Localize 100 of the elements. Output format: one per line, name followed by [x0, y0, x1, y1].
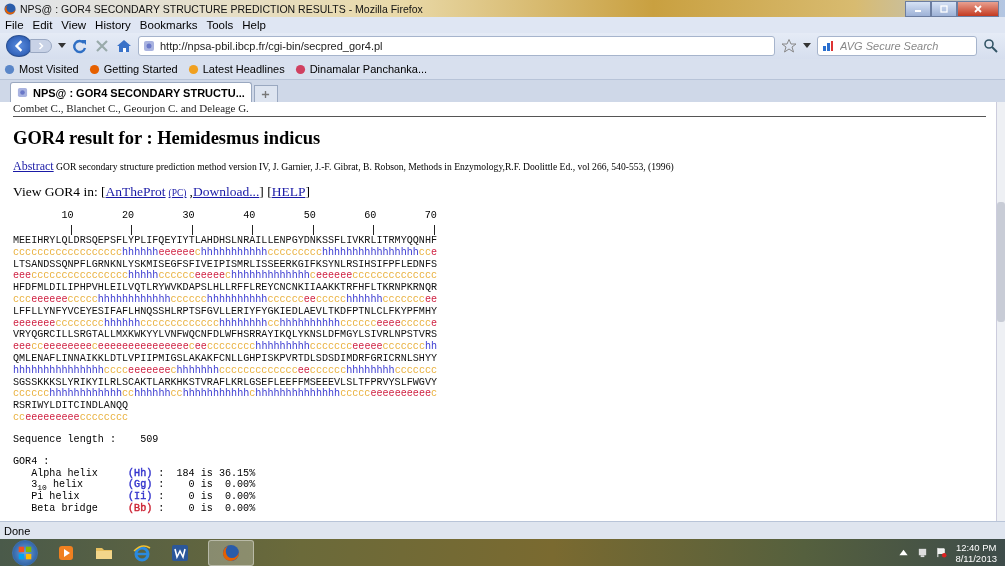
ruler-number: 40: [243, 210, 256, 222]
percent-text: 0.00%: [223, 502, 256, 515]
sequence-line: LFFLLYNFYVCEYESIFAFLHNQSSHLRPTSFGVLLERIYFYGKIEDLAEVLTKDFPTNLCLFKYPFMHY: [13, 305, 438, 318]
ruler-number: 60: [364, 210, 377, 222]
ruler-number: 70: [424, 210, 437, 222]
structure-name: Pi helix: [31, 491, 81, 503]
sequence-line: QMLENAFLINNAIKKLDTLVPIIPMIGSLAKAKFCNLLGHPISKPVRTDLSDSDIMDRFGRICRNLSHYY: [13, 352, 438, 365]
view-link[interactable]: HELP: [271, 184, 306, 199]
bar-chart-icon: [822, 40, 834, 52]
bookmark-icon: [187, 63, 199, 75]
maximize-button[interactable]: [931, 0, 957, 17]
is-text: is: [200, 491, 213, 503]
sequence-line: MEEIHRYLQLDRSQEPSFLYPLIFQEYIYTLAHDHSLNRAILLENPGYDNKSSFLIVKRLITRMYQQNHF: [13, 235, 438, 247]
ruler-number: 30: [182, 210, 195, 222]
status-text: Done: [4, 524, 31, 537]
firefox-icon: [4, 2, 16, 15]
bookmark-icon: [88, 63, 100, 75]
percent-text: 0.00%: [223, 479, 256, 492]
length-value: 509: [140, 433, 159, 446]
result-heading: GOR4 result for : Hemidesmus indicus: [13, 127, 322, 149]
residue-count: 0: [187, 502, 195, 515]
menu-item[interactable]: Help: [242, 19, 266, 31]
prediction-line: hhhhhhhhhhhhhhhcccceeeeeeechhhhhhhccccccccccccceecccccchhhhhhhhccccccc: [13, 364, 439, 377]
prediction-line: cceeeeeeeeecccccccc: [13, 411, 130, 424]
prediction-line: cccccccccccccccccchhhhhheeeeeechhhhhhhhhhhccccccccchhhhhhhhhhhhhhhhcce: [13, 246, 439, 259]
structure-code: (Gg): [128, 479, 153, 491]
bookmark-icon: [4, 63, 15, 75]
menu-item[interactable]: File: [5, 19, 24, 31]
structure-code: (Hh): [128, 467, 153, 479]
home-icon[interactable]: [116, 38, 132, 54]
sequence-line: LTSANDSSQNPFLGRNKNLYSKMISEGFSFIVEIPISMRLISSEERKGIFKSYNLRSIHSIFPFLEDNFS: [13, 258, 438, 270]
citation-text: GOR secondary structure prediction method version IV, J. Garnier, J.-F. Gibrat, B. Robson, Methods in Enzymology,R.F. Doolittle Ed., vol 266, 540-553, (1996): [56, 161, 674, 172]
page-icon: [143, 40, 155, 52]
close-button[interactable]: [957, 0, 999, 17]
residue-count: 184: [175, 467, 195, 480]
bookmark-icon: [294, 63, 306, 75]
address-field[interactable]: http://npsa-pbil.ibcp.fr/cgi-bin/secpred_gor4.pl: [138, 36, 775, 56]
sequence-line: SGSSKKKSLYRIKYILRLSCAKTLARKHKSTVRAFLKRLGSEFLEEFFMSEEEVLSLTFPRVYSLFWGVY: [13, 376, 438, 388]
view-label: ] [: [259, 184, 272, 199]
prediction-line: eeecccccccccccccccchhhhhcccccceeeeechhhhhhhhhhhhhceeeeeecccccccccccccc: [13, 270, 439, 283]
star-icon[interactable]: [781, 38, 797, 54]
sequence-line: VRYQGRCILLSRGTALLMXKWKYYLVNFWQCNFDLWFHSRRAYIKQLYKNSLDFMGYLSIVRLNPSTVRS: [13, 329, 438, 341]
view-link[interactable]: (PC): [168, 188, 187, 198]
prediction-line: eeecceeeeeeeeceeeeeeeeeeeeeeeceecccccccchhhhhhhhhccccccceeeeeccccccchh: [13, 341, 439, 353]
menu-item[interactable]: Tools: [206, 19, 234, 31]
minimize-button[interactable]: [905, 0, 931, 17]
browser-e-icon[interactable]: [132, 542, 152, 563]
percent-text: 0.00%: [223, 491, 256, 503]
structure-code: (Bb): [128, 502, 153, 515]
reload-icon[interactable]: [72, 38, 88, 54]
percent-text: 36.15%: [217, 467, 256, 480]
prediction-line: eeeeeeecccccccchhhhhhccccccccccccchhhhhhhhcchhhhhhhhhhcccccceeeeccccce: [13, 317, 439, 330]
is-text: is: [200, 502, 213, 515]
minimize-icon: [915, 10, 921, 12]
authors-text: Combet C., Blanchet C., Geourjon C. and Deleage G.: [13, 102, 250, 114]
word-icon[interactable]: [170, 542, 190, 563]
browser-tab[interactable]: NPS@ : GOR4 SECONDARY STRUCTU...: [10, 82, 252, 102]
prediction-line: ccceeeeeeccccchhhhhhhhhhhhcccccchhhhhhhhhhcccccceeccccchhhhhhcccccccee: [13, 294, 439, 306]
is-text: is: [200, 479, 213, 491]
bookmark-item[interactable]: Getting Started: [88, 63, 178, 75]
search-icon[interactable]: [983, 38, 999, 54]
close-icon: [973, 3, 983, 14]
colon-text: :: [158, 502, 165, 515]
ruler-number: 20: [122, 210, 135, 222]
bookmark-item[interactable]: Dinamalar Panchanka...: [294, 63, 428, 75]
view-label: ,: [189, 184, 193, 199]
structure-name: 3$_{10}$ helix: [31, 479, 85, 492]
colon-text: :: [158, 467, 165, 480]
dropdown-caret-icon[interactable]: [803, 43, 811, 49]
sequence-line: RSRIWYLDITCINDLANQQ: [13, 400, 130, 412]
menu-item[interactable]: Bookmarks: [139, 19, 198, 31]
structure-code: (Ii): [128, 491, 153, 503]
start-button[interactable]: [12, 539, 38, 566]
bookmark-item[interactable]: Most Visited: [4, 63, 79, 75]
ruler-number: 10: [61, 210, 74, 222]
length-label: Sequence length :: [13, 433, 116, 446]
colon-text: :: [158, 479, 165, 492]
prediction-line: cccccchhhhhhhhhhhhcchhhhhhcchhhhhhhhhhhchhhhhhhhhhhhhhccccceeeeeeeeeec: [13, 388, 439, 401]
structure-name: Alpha helix: [31, 467, 99, 479]
structure-name: Beta bridge: [31, 502, 99, 515]
new-tab-button[interactable]: [253, 85, 278, 102]
menu-item[interactable]: View: [61, 19, 87, 31]
scrollbar[interactable]: [996, 102, 1005, 521]
up-arrow-icon[interactable]: [898, 547, 910, 558]
clock-date: 8/11/2013: [955, 552, 997, 564]
dropdown-caret-icon[interactable]: [58, 43, 66, 49]
menu-item[interactable]: History: [95, 19, 131, 31]
search-field[interactable]: AVG Secure Search: [817, 36, 977, 56]
ruler-number: 50: [303, 210, 316, 222]
flag-icon[interactable]: [936, 547, 948, 558]
abstract-link[interactable]: Abstract: [13, 159, 54, 173]
back-button[interactable]: [6, 35, 32, 57]
window-title: NPS@ : GOR4 SECONDARY STRUCTURE PREDICTION RESULTS - Mozilla Firefox: [20, 2, 423, 15]
is-text: is: [200, 467, 213, 479]
sequence-line: HFDFMLDILIPHPVHLEILVQTLRYWVKDAPSLHLLRFFLREYCNCNKIIAAKKTRFHFLTKRNPKRNQR: [13, 282, 438, 294]
bookmark-item[interactable]: Latest Headlines: [187, 63, 285, 75]
network-icon[interactable]: [917, 547, 929, 558]
menu-item[interactable]: Edit: [32, 19, 53, 31]
view-link[interactable]: AnTheProt: [105, 184, 166, 199]
plus-icon: [261, 89, 271, 99]
